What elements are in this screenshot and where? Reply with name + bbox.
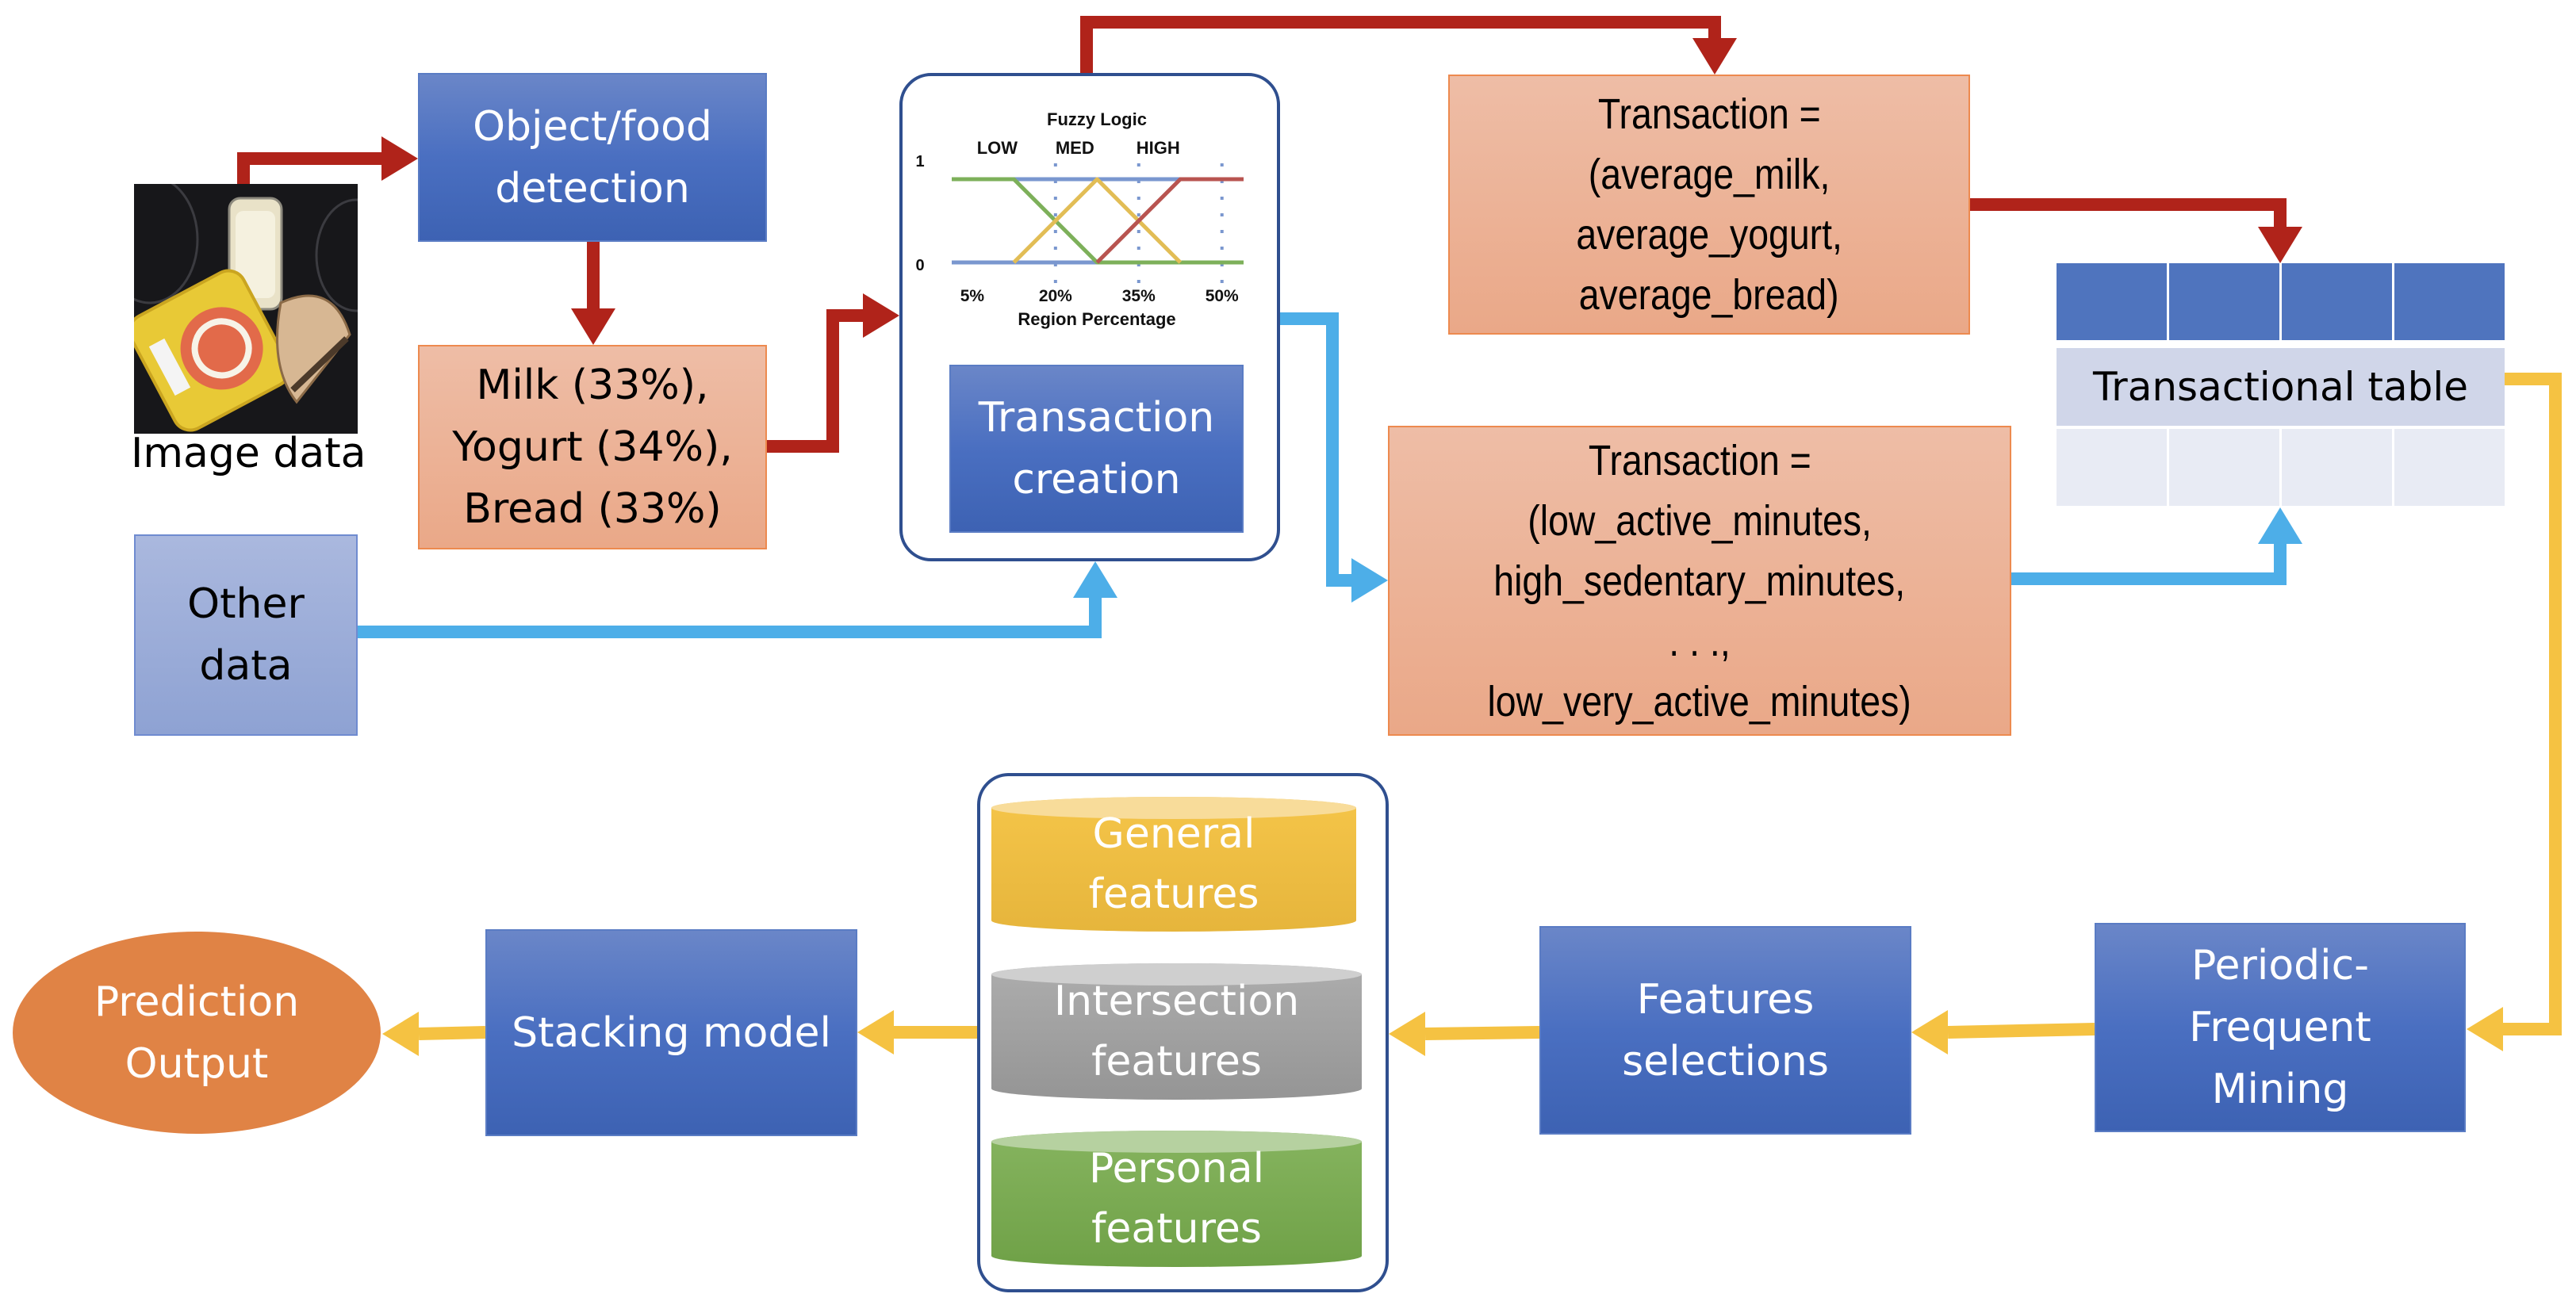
intersection-features-line-2: features [1091, 1038, 1262, 1085]
mining-line-2: Frequent [2189, 1004, 2371, 1051]
food-transaction-line-2: (average_milk, [1588, 151, 1830, 198]
table-header-cell [2394, 263, 2505, 340]
transaction-creation-line-1: Transaction [978, 394, 1215, 442]
series-med [1012, 177, 1183, 264]
y-tick-label: 1 [915, 153, 924, 170]
activity-transaction-line-3: high_sedentary_minutes, [1493, 557, 1906, 605]
mining-line-1: Periodic- [2191, 942, 2369, 989]
intersection-features-store[interactable]: Intersection features [991, 963, 1362, 1100]
activity-transaction-box[interactable]: Transaction = (low_active_minutes, high_… [1388, 426, 2011, 736]
table-header-cell [2169, 263, 2279, 340]
features-selections-line-2: selections [1622, 1037, 1829, 1085]
prediction-output-line-1: Prediction [94, 978, 300, 1026]
features-selections-line-1: Features [1636, 975, 1815, 1024]
prediction-output[interactable]: Prediction Output [13, 932, 381, 1134]
table-body-cell [2169, 429, 2279, 506]
personal-features-line-1: Personal [1088, 1145, 1265, 1192]
transaction-creation-line-2: creation [1012, 456, 1181, 503]
personal-features-store[interactable]: Personal features [991, 1131, 1362, 1267]
stacking-model-label: Stacking model [512, 1009, 831, 1057]
stacking-model-box[interactable]: Stacking model [485, 929, 857, 1136]
table-header-cell [2057, 263, 2167, 340]
activity-transaction-line-5: low_very_active_minutes) [1487, 677, 1912, 725]
activity-transaction-line-4: . . ., [1669, 617, 1731, 665]
x-tick-label: 20% [1039, 287, 1072, 305]
table-header-cell [2282, 263, 2392, 340]
food-transaction-line-1: Transaction = [1597, 90, 1821, 138]
activity-transaction-line-2: (low_active_minutes, [1528, 496, 1872, 545]
x-tick-label: 35% [1122, 287, 1156, 305]
table-body-cell [2394, 429, 2505, 506]
periodic-frequent-mining-box[interactable]: Periodic- Frequent Mining [2095, 923, 2466, 1132]
transaction-creation-box[interactable]: Transaction creation [949, 365, 1244, 533]
food-transaction-line-3: average_yogurt, [1576, 211, 1842, 258]
intersection-features-line-1: Intersection [1053, 978, 1300, 1025]
table-body-cell [2057, 429, 2167, 506]
food-transaction-box[interactable]: Transaction = (average_milk, average_yog… [1448, 75, 1970, 335]
features-selections-box[interactable]: Features selections [1539, 926, 1911, 1135]
personal-features-line-2: features [1091, 1205, 1262, 1253]
series-low [952, 177, 1244, 265]
general-features-line-2: features [1088, 871, 1259, 918]
chart-title: Fuzzy Logic [1047, 109, 1147, 129]
activity-transaction-line-1: Transaction = [1588, 436, 1811, 484]
membership-label-high: HIGH [1137, 138, 1180, 158]
x-tick-label: 50% [1206, 287, 1239, 305]
transactional-table-label: Transactional table [2057, 348, 2505, 426]
food-transaction-line-4: average_bread) [1579, 271, 1839, 319]
x-tick-label: 5% [960, 287, 985, 305]
general-features-line-1: General [1092, 810, 1255, 858]
prediction-output-line-2: Output [125, 1039, 269, 1088]
general-features-store[interactable]: General features [991, 797, 1356, 932]
x-axis-label: Region Percentage [1018, 309, 1175, 329]
membership-label-low: LOW [977, 138, 1018, 158]
y-tick-label: 0 [915, 257, 924, 274]
table-body-cell [2282, 429, 2392, 506]
mining-line-3: Mining [2211, 1066, 2349, 1113]
membership-label-med: MED [1056, 138, 1094, 158]
pipeline-diagram: Image data Object/food detection Milk (3… [0, 0, 2576, 1309]
